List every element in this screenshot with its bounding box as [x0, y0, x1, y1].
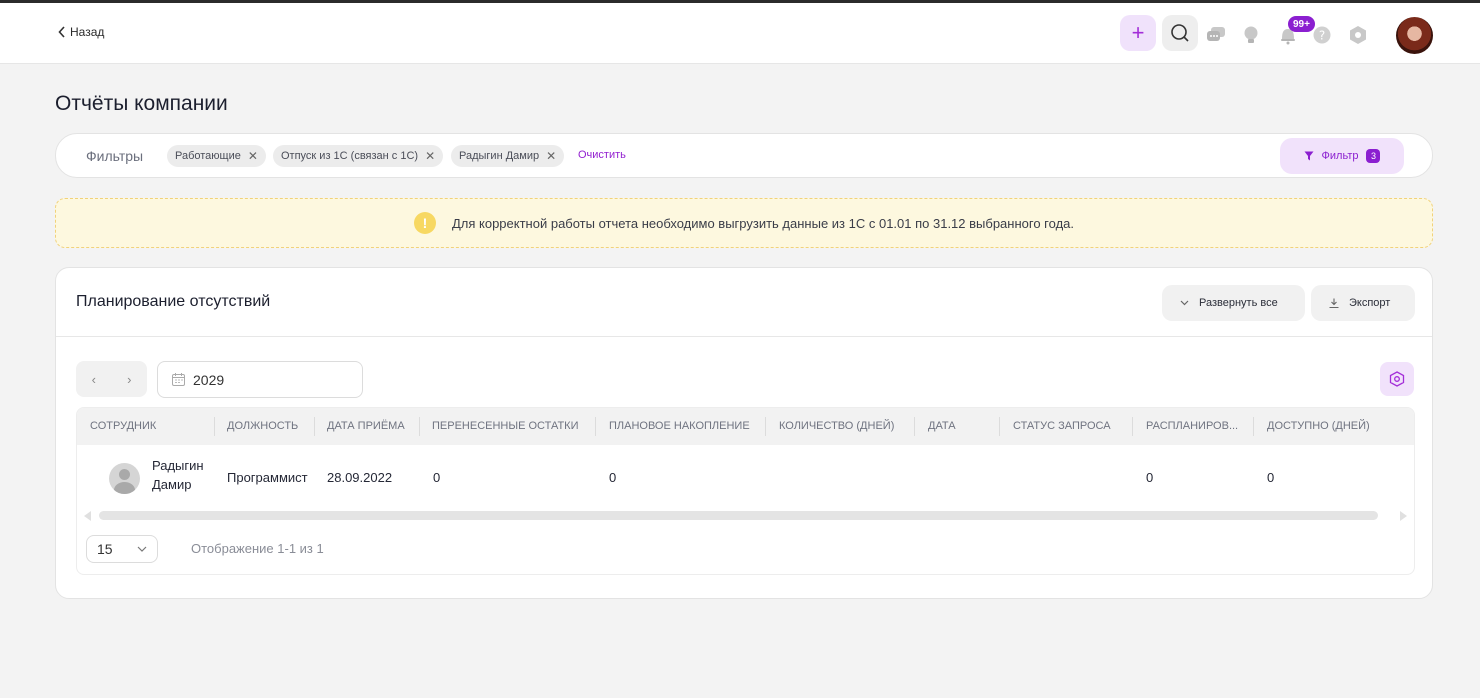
user-avatar[interactable] — [1396, 17, 1433, 54]
chat-icon — [1207, 27, 1225, 41]
column-header[interactable]: Статус запроса — [1013, 420, 1111, 432]
chevron-left-icon — [58, 26, 65, 38]
report-title: Планирование отсутствий — [76, 293, 271, 310]
filter-button-label: Фильтр — [1321, 150, 1359, 162]
column-divider — [1132, 417, 1133, 436]
expand-all-button[interactable]: Развернуть все — [1162, 285, 1305, 321]
horizontal-scrollbar[interactable] — [99, 511, 1378, 520]
column-divider — [914, 417, 915, 436]
user-silhouette-icon — [119, 469, 130, 480]
chevron-down-icon — [137, 546, 147, 552]
table-settings-button[interactable] — [1380, 362, 1414, 396]
search-icon — [1171, 24, 1189, 42]
column-divider — [765, 417, 766, 436]
lightbulb-icon — [1244, 26, 1258, 43]
filter-chip[interactable]: Отпуск из 1С (связан с 1С) ✕ — [273, 145, 444, 167]
chevron-left-icon: ‹ — [91, 371, 96, 387]
help-button[interactable]: ? — [1312, 25, 1332, 45]
column-divider — [999, 417, 1000, 436]
column-header[interactable]: Должность — [227, 420, 298, 432]
divider — [56, 336, 1432, 337]
next-year-button[interactable]: › — [112, 361, 148, 397]
page-size-value: 15 — [97, 541, 113, 557]
avatar — [109, 463, 140, 494]
filters-label: Фильтры — [86, 148, 144, 164]
download-icon — [1329, 298, 1339, 308]
cell-available: 0 — [1267, 470, 1275, 485]
export-label: Экспорт — [1349, 297, 1391, 309]
filter-chip[interactable]: Работающие ✕ — [167, 145, 266, 167]
cell-hire-date: 28.09.2022 — [327, 470, 393, 485]
column-header[interactable]: Дата — [928, 420, 956, 432]
page-size-select[interactable]: 15 — [86, 535, 158, 563]
filter-count-badge: 3 — [1366, 149, 1381, 163]
page-title: Отчёты компании — [55, 92, 228, 115]
chevron-right-icon: › — [127, 371, 132, 387]
search-button[interactable] — [1162, 15, 1198, 51]
pagination-info: Отображение 1-1 из 1 — [191, 541, 324, 556]
column-header[interactable]: Распланиров... — [1146, 420, 1238, 432]
cell-carried-over: 0 — [433, 470, 441, 485]
filter-chip-label: Работающие — [175, 150, 241, 162]
report-card: Планирование отсутствий Развернуть все Э… — [55, 267, 1433, 599]
column-header[interactable]: Дата приёма — [327, 420, 405, 432]
column-header[interactable]: Доступно (дней) — [1267, 420, 1370, 432]
employee-name-first[interactable]: Радыгин — [152, 458, 204, 473]
close-icon[interactable]: ✕ — [546, 149, 556, 163]
filter-chip-label: Отпуск из 1С (связан с 1С) — [281, 150, 419, 162]
column-divider — [595, 417, 596, 436]
column-divider — [314, 417, 315, 436]
employee-name-last[interactable]: Дамир — [152, 477, 191, 492]
plus-icon: + — [1131, 20, 1145, 45]
filter-button[interactable]: Фильтр 3 — [1280, 138, 1404, 174]
cell-planned: 0 — [1146, 470, 1154, 485]
close-icon[interactable]: ✕ — [248, 149, 258, 163]
warning-icon: ! — [413, 212, 436, 234]
year-picker[interactable]: 2029 — [157, 361, 363, 398]
table-header: Сотрудник Должность Дата приёма Перенесе… — [77, 408, 1414, 445]
notifications-badge: 99+ — [1288, 16, 1315, 32]
export-button[interactable]: Экспорт — [1311, 285, 1415, 321]
warning-text: Для корректной работы отчета необходимо … — [451, 215, 1075, 231]
column-header[interactable]: Перенесенные остатки — [432, 420, 579, 432]
filters-bar: Фильтры Работающие ✕ Отпуск из 1С (связа… — [55, 133, 1433, 178]
clear-filters-link[interactable]: Очистить — [578, 149, 626, 161]
column-header[interactable]: Сотрудник — [90, 420, 156, 432]
warning-banner: ! Для корректной работы отчета необходим… — [55, 198, 1433, 248]
scroll-left-arrow[interactable] — [84, 511, 91, 521]
back-link[interactable]: Назад — [58, 25, 104, 39]
back-label: Назад — [70, 25, 105, 39]
funnel-icon — [1304, 151, 1314, 161]
column-divider — [1253, 417, 1254, 436]
chevron-down-icon — [1180, 300, 1189, 306]
chat-button[interactable] — [1206, 25, 1226, 45]
column-divider — [214, 417, 215, 436]
report-table: Сотрудник Должность Дата приёма Перенесе… — [76, 407, 1415, 575]
prev-year-button[interactable]: ‹ — [76, 361, 112, 397]
question-icon: ? — [1313, 26, 1331, 44]
filter-chip[interactable]: Радыгин Дамир ✕ — [451, 145, 565, 167]
cell-planned-accrual: 0 — [609, 470, 617, 485]
column-header[interactable]: Плановое накопление — [609, 420, 750, 432]
close-icon[interactable]: ✕ — [425, 149, 435, 163]
svg-text:?: ? — [1319, 29, 1325, 43]
hexagon-settings-icon — [1389, 371, 1405, 387]
cell-position: Программист — [227, 470, 308, 485]
scroll-right-arrow[interactable] — [1400, 511, 1407, 521]
filter-chip-label: Радыгин Дамир — [459, 150, 540, 162]
top-header: Назад + 99+ ? — [0, 3, 1480, 64]
column-header[interactable]: Количество (дней) — [779, 420, 894, 432]
hexagon-settings-icon — [1350, 26, 1366, 44]
calendar-icon — [172, 373, 185, 386]
expand-all-label: Развернуть все — [1199, 297, 1278, 309]
create-button[interactable]: + — [1120, 15, 1156, 51]
year-navigation: ‹ › — [76, 361, 147, 397]
settings-button[interactable] — [1348, 25, 1368, 45]
column-divider — [419, 417, 420, 436]
year-value: 2029 — [193, 371, 225, 388]
ideas-button[interactable] — [1241, 25, 1261, 45]
